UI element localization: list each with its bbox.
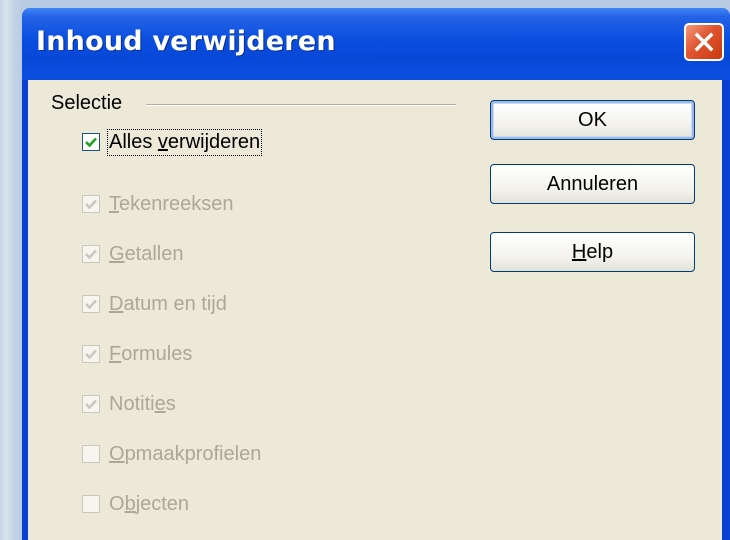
cancel-button[interactable]: Annuleren — [490, 164, 695, 204]
dialog-window: Inhoud verwijderen Selectie Alles verwij… — [22, 8, 730, 540]
checkbox-row-3: Getallen — [82, 239, 184, 269]
checkbox-label: Objecten — [109, 492, 190, 515]
checkbox[interactable] — [82, 133, 100, 151]
group-divider — [146, 104, 456, 106]
checkbox-label: Getallen — [109, 242, 184, 265]
dialog-title: Inhoud verwijderen — [36, 26, 336, 57]
close-icon — [694, 32, 714, 52]
checkbox-row-5: Formules — [82, 339, 192, 369]
title-bar[interactable]: Inhoud verwijderen — [22, 8, 730, 80]
checkbox — [82, 245, 100, 263]
checkbox — [82, 495, 100, 513]
checkmark-icon — [85, 199, 97, 210]
close-button[interactable] — [684, 23, 724, 61]
help-button-label: Help — [571, 240, 614, 263]
checkbox-label: Notities — [109, 392, 176, 415]
checkbox — [82, 195, 100, 213]
checkbox-row-6: Notities — [82, 389, 176, 419]
checkbox — [82, 395, 100, 413]
checkbox-row-7: Opmaakprofielen — [82, 439, 261, 469]
checkbox-label: Tekenreeksen — [109, 192, 234, 215]
checkbox-row-2: Tekenreeksen — [82, 189, 234, 219]
checkbox-label: Alles verwijderen — [106, 128, 263, 156]
ok-button[interactable]: OK — [490, 100, 695, 140]
checkmark-icon — [85, 137, 97, 148]
checkmark-icon — [85, 399, 97, 410]
checkmark-icon — [85, 349, 97, 360]
checkbox-label: Formules — [109, 342, 193, 365]
checkbox-row-4: Datum en tijd — [82, 289, 227, 319]
checkbox — [82, 445, 100, 463]
checkbox — [82, 295, 100, 313]
dialog-body: Selectie Alles verwijderen Tekenreeksen Ge… — [28, 80, 722, 540]
checkbox-label: Opmaakprofielen — [109, 442, 262, 465]
checkbox — [82, 345, 100, 363]
checkmark-icon — [85, 299, 97, 310]
checkbox-label: Datum en tijd — [109, 292, 227, 315]
checkbox-row-8: Objecten — [82, 489, 189, 519]
help-button[interactable]: Help — [490, 232, 695, 272]
checkbox-row-1[interactable]: Alles verwijderen — [82, 127, 263, 157]
selection-group-label: Selectie — [51, 92, 123, 114]
checkmark-icon — [85, 249, 97, 260]
